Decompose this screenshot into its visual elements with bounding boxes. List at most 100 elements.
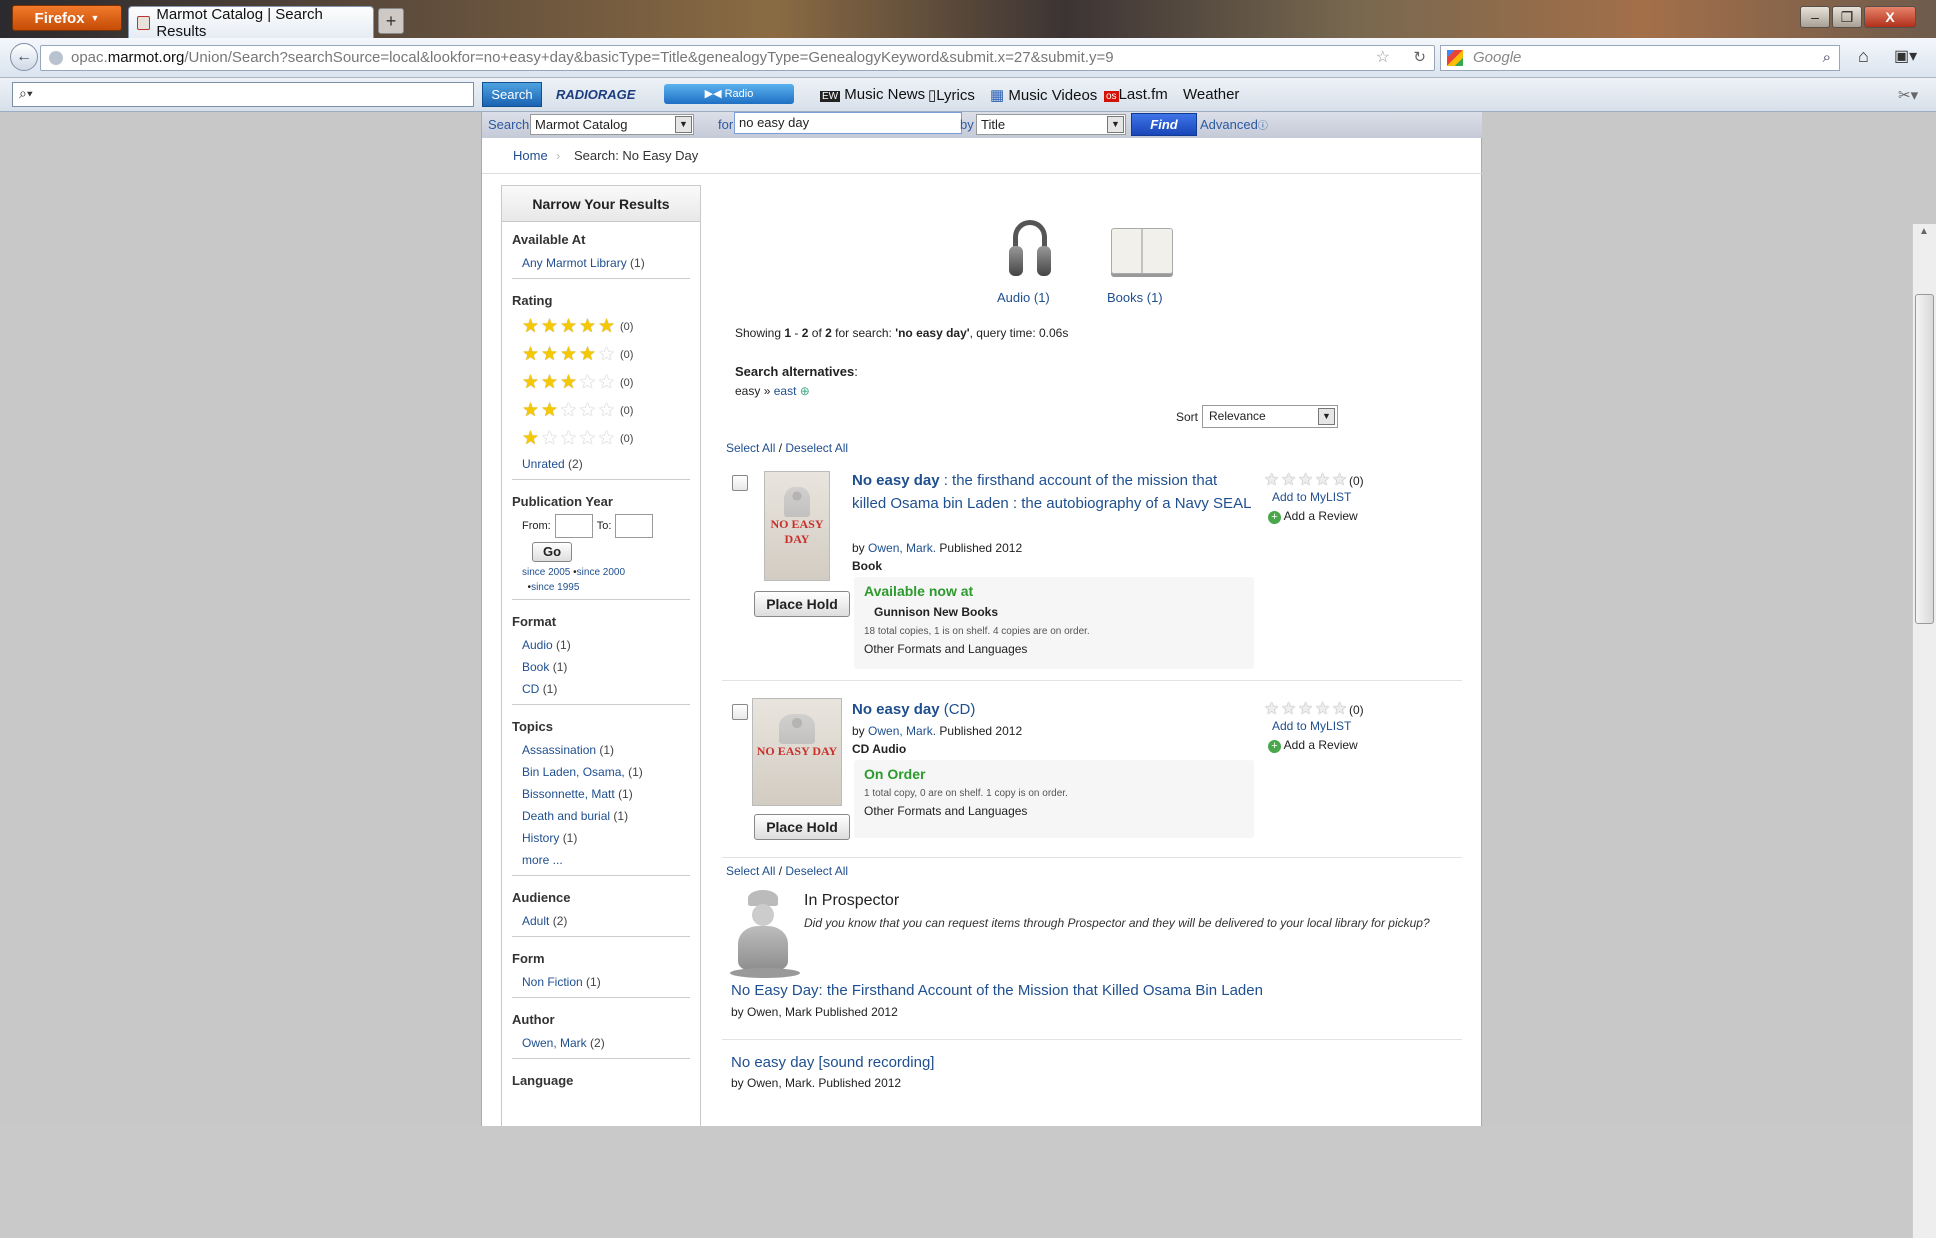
- magnifier-plus-icon[interactable]: ⊕: [800, 384, 810, 398]
- browser-tab[interactable]: Marmot Catalog | Search Results: [128, 5, 374, 40]
- select-all-link[interactable]: Select All: [726, 441, 775, 455]
- cd-cover-image[interactable]: NO EASY DAY: [752, 698, 842, 806]
- from-label: From:: [522, 520, 551, 532]
- select-all-link[interactable]: Select All: [726, 864, 775, 878]
- facet-link-more[interactable]: more ...: [512, 849, 690, 871]
- other-formats-link[interactable]: Other Formats and Languages: [864, 642, 1027, 656]
- rating-count: (0): [620, 321, 634, 333]
- toolbar-music-videos[interactable]: ▦ Music Videos: [990, 86, 1097, 104]
- search-input[interactable]: no easy day: [734, 112, 962, 134]
- result-rating[interactable]: ★ ★ ★ ★ ★ (0): [1264, 700, 1364, 717]
- search-engine-box[interactable]: Google ⌕: [1440, 45, 1840, 71]
- result-rating[interactable]: ★ ★ ★ ★ ★ (0): [1264, 471, 1364, 488]
- result-item: NO EASY DAY Place Hold No easy day : the…: [722, 463, 1462, 681]
- since-2005-link[interactable]: since 2005: [522, 567, 570, 578]
- facet-link-owen-mark[interactable]: Owen, Mark (2): [512, 1032, 690, 1054]
- add-to-mylist-link[interactable]: Add to MyLIST: [1272, 719, 1351, 733]
- facet-link-rating-2[interactable]: ★ ★ ★ ★ ★ (0): [512, 397, 690, 425]
- sort-select[interactable]: Relevance ▼: [1202, 405, 1338, 428]
- facet-link-topic[interactable]: Bin Laden, Osama, (1): [512, 761, 690, 783]
- format-audio-label[interactable]: Audio (1): [997, 290, 1050, 305]
- since-2000-link[interactable]: since 2000: [577, 567, 625, 578]
- result-title[interactable]: No easy day (CD): [852, 698, 1252, 721]
- facet-link-rating-4[interactable]: ★ ★ ★ ★ ★ (0): [512, 341, 690, 369]
- deselect-all-link[interactable]: Deselect All: [785, 864, 848, 878]
- facet-link-rating-3[interactable]: ★ ★ ★ ★ ★ (0): [512, 369, 690, 397]
- firefox-menu-button[interactable]: Firefox ▼: [12, 5, 122, 31]
- search-type-select[interactable]: Title ▼: [976, 114, 1126, 135]
- add-to-mylist-link[interactable]: Add to MyLIST: [1272, 490, 1351, 504]
- author-link[interactable]: Owen, Mark.: [868, 724, 936, 738]
- bookmarks-icon[interactable]: ▣▾: [1894, 46, 1917, 66]
- rating-stars-icon[interactable]: ★ ★ ★ ★ ★: [1264, 700, 1349, 717]
- bookmark-star-icon[interactable]: ☆: [1376, 46, 1390, 70]
- place-hold-button[interactable]: Place Hold: [754, 591, 850, 617]
- availability-box: Available now at Gunnison New Books 18 t…: [854, 577, 1254, 669]
- facet-link-any-marmot-library[interactable]: Any Marmot Library (1): [512, 252, 690, 274]
- radiorage-logo[interactable]: RADIORAGE: [556, 87, 635, 102]
- breadcrumb: Home › Search: No Easy Day: [482, 138, 1482, 174]
- add-review-link[interactable]: + Add a Review: [1268, 738, 1358, 753]
- minimize-button[interactable]: –: [1800, 6, 1830, 28]
- deselect-all-link[interactable]: Deselect All: [785, 441, 848, 455]
- address-bar[interactable]: opac.marmot.org/Union/Search?searchSourc…: [40, 45, 1435, 71]
- facet-link-audio[interactable]: Audio (1): [512, 634, 690, 656]
- facet-link-topic[interactable]: Death and burial (1): [512, 805, 690, 827]
- year-from-input[interactable]: [554, 514, 593, 538]
- prospector-title-link[interactable]: No easy day [sound recording]: [731, 1054, 934, 1071]
- vertical-scrollbar[interactable]: ▲: [1912, 224, 1936, 1238]
- result-checkbox[interactable]: [732, 475, 748, 491]
- facet-link-topic[interactable]: Bissonnette, Matt (1): [512, 783, 690, 805]
- toolbar-search-input[interactable]: ⌕▾: [12, 82, 474, 107]
- year-go-button[interactable]: Go: [532, 542, 572, 562]
- play-icon[interactable]: ▶◀: [705, 88, 725, 100]
- book-cover-image[interactable]: NO EASY DAY: [764, 471, 830, 581]
- toolbar-search-button[interactable]: Search: [482, 82, 542, 107]
- since-1995-link[interactable]: since 1995: [531, 582, 579, 593]
- restore-button[interactable]: ❐: [1832, 6, 1862, 28]
- other-formats-link[interactable]: Other Formats and Languages: [864, 804, 1027, 818]
- reload-icon[interactable]: ↻: [1413, 46, 1426, 70]
- find-button[interactable]: Find: [1131, 113, 1197, 136]
- copies-info: 18 total copies, 1 is on shelf. 4 copies…: [864, 626, 1090, 637]
- scroll-up-icon[interactable]: ▲: [1919, 226, 1929, 237]
- new-tab-button[interactable]: +: [378, 8, 404, 34]
- toolbar-weather[interactable]: Weather: [1183, 86, 1239, 103]
- tab-title: Marmot Catalog | Search Results: [156, 5, 323, 40]
- back-button[interactable]: ←: [10, 43, 38, 71]
- home-icon[interactable]: ⌂: [1858, 46, 1869, 67]
- result-title[interactable]: No easy day : the firsthand account of t…: [852, 469, 1252, 515]
- facet-heading: Author: [512, 1012, 555, 1027]
- format-books-label[interactable]: Books (1): [1107, 290, 1163, 305]
- radio-player[interactable]: ▶◀ Radio: [664, 84, 794, 104]
- toolbar-lastfm[interactable]: os Last.fm: [1104, 86, 1168, 103]
- advanced-search-link[interactable]: Advancedⓘ: [1200, 117, 1268, 132]
- facet-link-rating-5[interactable]: ★ ★ ★ ★ ★ (0): [512, 313, 690, 341]
- toolbar-lyrics[interactable]: ▯Lyrics: [928, 86, 975, 104]
- facet-link-cd[interactable]: CD (1): [512, 678, 690, 700]
- settings-icon[interactable]: ✂▾: [1898, 86, 1918, 104]
- author-link[interactable]: Owen, Mark.: [868, 541, 936, 555]
- result-checkbox[interactable]: [732, 704, 748, 720]
- rating-stars-icon[interactable]: ★ ★ ★ ★ ★: [1264, 471, 1349, 488]
- magnifier-icon[interactable]: ⌕: [1823, 46, 1831, 70]
- facet-link-non-fiction[interactable]: Non Fiction (1): [512, 971, 690, 993]
- facet-link-topic[interactable]: History (1): [512, 827, 690, 849]
- place-hold-button[interactable]: Place Hold: [754, 814, 850, 840]
- breadcrumb-current: Search: No Easy Day: [574, 148, 699, 163]
- facet-link-rating-1[interactable]: ★ ★ ★ ★ ★ (0): [512, 425, 690, 453]
- facet-heading: Audience: [512, 890, 571, 905]
- breadcrumb-home[interactable]: Home: [513, 148, 548, 163]
- scope-select[interactable]: Marmot Catalog ▼: [530, 114, 694, 135]
- facet-link-unrated[interactable]: Unrated (2): [512, 453, 690, 475]
- facet-link-adult[interactable]: Adult (2): [512, 910, 690, 932]
- facet-link-topic[interactable]: Assassination (1): [512, 739, 690, 761]
- toolbar-music-news[interactable]: EW Music News: [820, 86, 925, 103]
- year-to-input[interactable]: [615, 514, 654, 538]
- alternative-link-east[interactable]: east: [774, 384, 797, 398]
- add-review-link[interactable]: + Add a Review: [1268, 509, 1358, 524]
- facet-link-book[interactable]: Book (1): [512, 656, 690, 678]
- prospector-title-link[interactable]: No Easy Day: the Firsthand Account of th…: [731, 982, 1263, 999]
- scrollbar-thumb[interactable]: [1915, 294, 1934, 624]
- close-button[interactable]: X: [1864, 6, 1916, 28]
